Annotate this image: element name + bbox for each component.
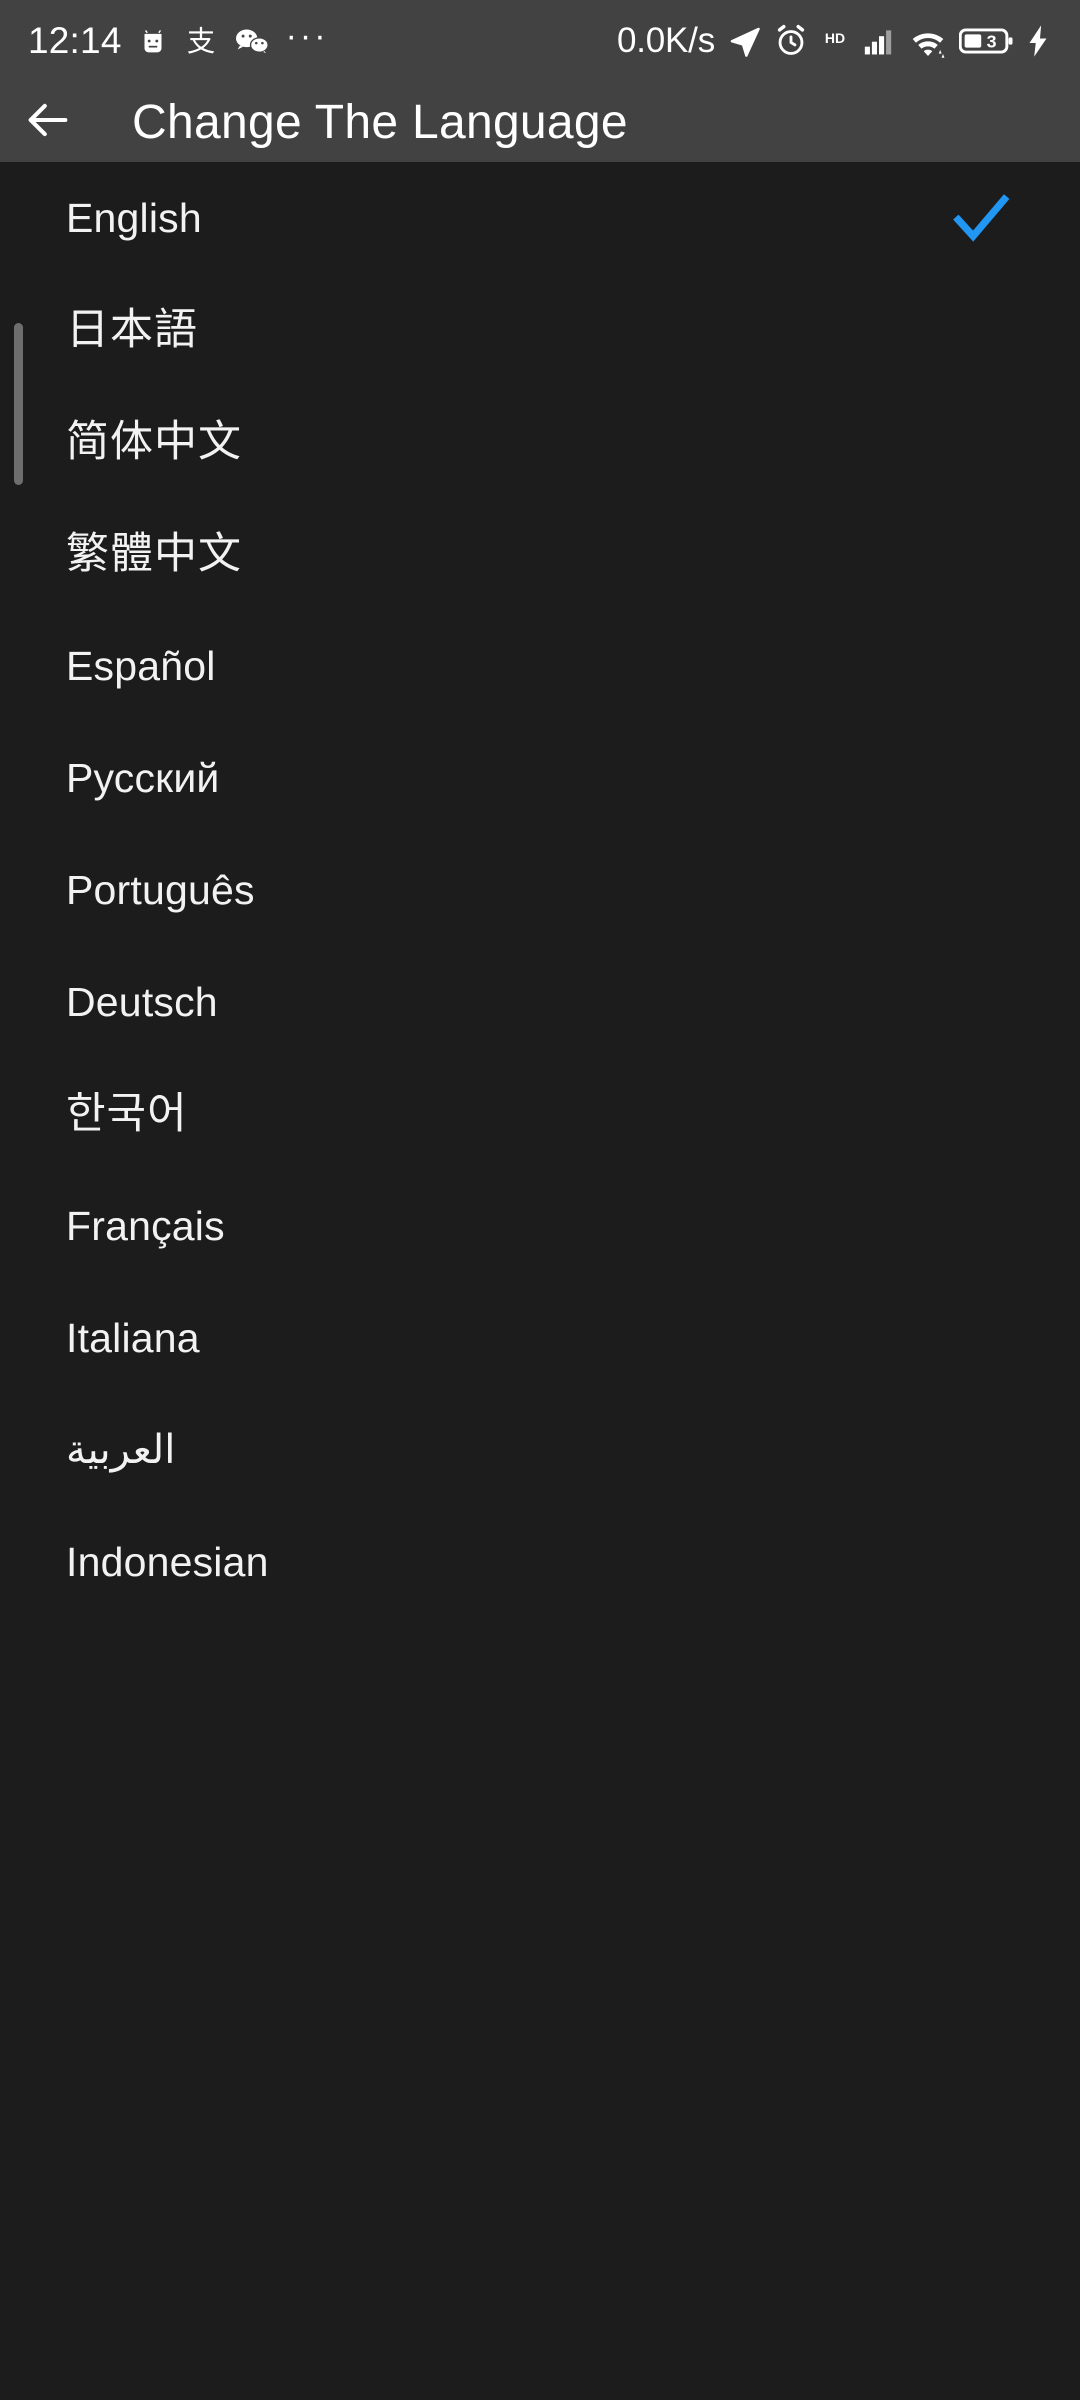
language-label: Deutsch	[66, 978, 218, 1025]
language-row[interactable]: Indonesian	[0, 1506, 1080, 1618]
page-title: Change The Language	[132, 95, 628, 149]
location-arrow-icon	[726, 23, 762, 59]
check-icon	[946, 183, 1016, 253]
phone-screen: 12:14 支 ··· 0.0K/s HD 3 Change The Langu…	[0, 0, 1080, 2400]
status-bar-right: 0.0K/s HD 3	[617, 21, 1052, 61]
language-row[interactable]: English	[0, 162, 1080, 274]
svg-text:支: 支	[186, 25, 214, 58]
language-label: 简体中文	[66, 417, 242, 466]
android-notification-icon	[136, 24, 170, 58]
svg-text:HD: HD	[825, 30, 845, 46]
language-row[interactable]: 日本語	[0, 274, 1080, 386]
language-label: Indonesian	[66, 1538, 269, 1585]
language-row[interactable]: Español	[0, 610, 1080, 722]
wechat-notification-icon	[232, 24, 272, 58]
alarm-clock-icon	[773, 23, 809, 59]
app-bar: Change The Language	[0, 82, 1080, 162]
hd-call-icon: HD	[820, 29, 850, 47]
language-label: Français	[66, 1202, 225, 1249]
alipay-notification-icon: 支	[184, 24, 218, 58]
more-notifications-icon: ···	[285, 16, 329, 55]
back-arrow-icon	[22, 94, 74, 151]
language-label: العربية	[66, 1428, 176, 1472]
network-speed-label: 0.0K/s	[616, 21, 715, 60]
status-bar-left: 12:14 支 ···	[28, 16, 329, 62]
battery-icon: 3	[959, 26, 1013, 56]
language-label: English	[66, 194, 202, 241]
language-row[interactable]: Русский	[0, 722, 1080, 834]
language-row[interactable]: Italiana	[0, 1282, 1080, 1394]
language-label: 繁體中文	[66, 529, 242, 578]
language-label: Português	[66, 866, 255, 913]
language-row[interactable]: Português	[0, 834, 1080, 946]
language-row[interactable]: Français	[0, 1170, 1080, 1282]
battery-level-label: 3	[987, 32, 997, 52]
language-label: Italiana	[66, 1314, 200, 1361]
status-bar: 12:14 支 ··· 0.0K/s HD 3	[0, 0, 1080, 82]
language-row[interactable]: 简体中文	[0, 386, 1080, 498]
status-clock: 12:14	[28, 20, 122, 61]
language-row[interactable]: 한국어	[0, 1058, 1080, 1170]
language-row[interactable]: العربية	[0, 1394, 1080, 1506]
language-label: Español	[66, 642, 216, 689]
back-button[interactable]	[0, 82, 96, 162]
wifi-icon	[908, 24, 948, 58]
language-label: 한국어	[66, 1089, 188, 1138]
language-label: Русский	[66, 754, 220, 801]
language-row[interactable]: 繁體中文	[0, 498, 1080, 610]
charging-bolt-icon	[1024, 24, 1052, 58]
language-label: 日本語	[66, 305, 198, 354]
cellular-signal-icon	[861, 24, 897, 58]
language-row[interactable]: Deutsch	[0, 946, 1080, 1058]
language-list[interactable]: English 日本語简体中文繁體中文 Español Русский Portuguê…	[0, 162, 1080, 2400]
